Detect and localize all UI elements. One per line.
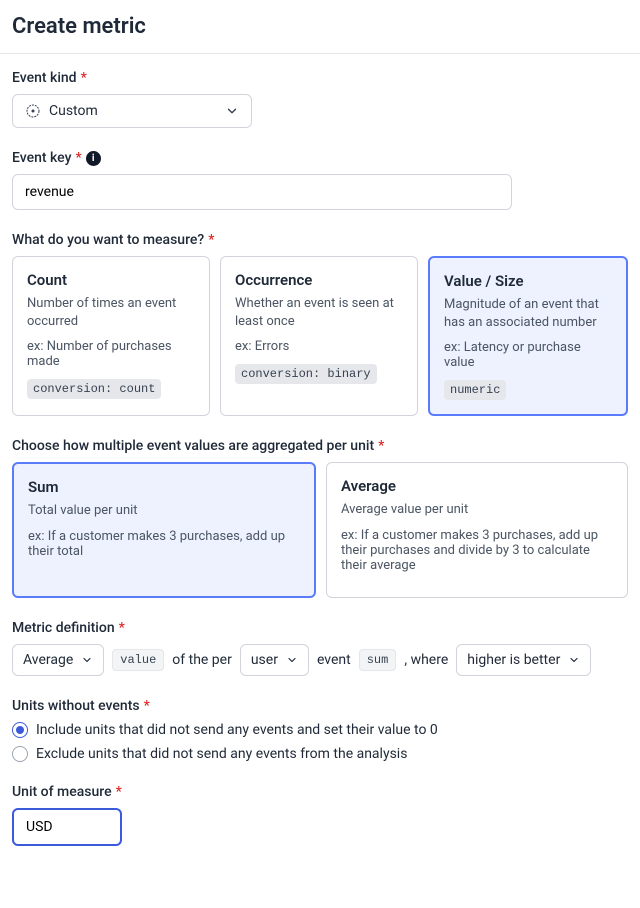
select-value: Average bbox=[23, 652, 73, 668]
card-title: Count bbox=[27, 271, 195, 289]
card-desc: Total value per unit bbox=[28, 502, 300, 520]
definition-text: event bbox=[317, 652, 351, 668]
card-tag: conversion: count bbox=[27, 379, 161, 399]
aggregate-cards: Sum Total value per unit ex: If a custom… bbox=[12, 462, 628, 597]
event-kind-value: Custom bbox=[49, 103, 98, 119]
card-example: ex: If a customer makes 3 purchases, add… bbox=[341, 528, 613, 573]
required-marker: * bbox=[208, 232, 214, 248]
card-desc: Magnitude of an event that has an associ… bbox=[444, 296, 612, 332]
label-unit-of-measure: Unit of measure * bbox=[12, 784, 628, 800]
required-marker: * bbox=[119, 620, 125, 636]
label-event-key: Event key * i bbox=[12, 150, 628, 166]
definition-unit-select[interactable]: user bbox=[240, 644, 309, 676]
label-text: Unit of measure bbox=[12, 784, 112, 800]
radio-label: Exclude units that did not send any even… bbox=[36, 746, 407, 762]
required-marker: * bbox=[116, 784, 122, 800]
measure-cards: Count Number of times an event occurred … bbox=[12, 256, 628, 416]
radio-icon bbox=[12, 746, 28, 762]
measure-card-count[interactable]: Count Number of times an event occurred … bbox=[12, 256, 210, 416]
field-definition: Metric definition * Average value of the… bbox=[12, 620, 628, 676]
radio-exclude-units[interactable]: Exclude units that did not send any even… bbox=[12, 746, 628, 762]
card-example: ex: Errors bbox=[235, 339, 403, 354]
field-measure: What do you want to measure? * Count Num… bbox=[12, 232, 628, 416]
definition-text: of the per bbox=[172, 652, 232, 668]
page-title: Create metric bbox=[0, 0, 640, 54]
form-body: Event kind * Custom Event key * i What d… bbox=[0, 54, 640, 908]
definition-direction-select[interactable]: higher is better bbox=[456, 644, 591, 676]
card-example: ex: If a customer makes 3 purchases, add… bbox=[28, 529, 300, 559]
label-text: Event key bbox=[12, 150, 71, 166]
label-text: Choose how multiple event values are agg… bbox=[12, 438, 374, 454]
field-event-key: Event key * i bbox=[12, 150, 628, 210]
aggregate-card-average[interactable]: Average Average value per unit ex: If a … bbox=[326, 462, 628, 597]
event-key-input[interactable] bbox=[12, 174, 512, 210]
measure-card-value[interactable]: Value / Size Magnitude of an event that … bbox=[428, 256, 628, 416]
field-units-without: Units without events * Include units tha… bbox=[12, 698, 628, 762]
label-text: Units without events bbox=[12, 698, 140, 714]
field-aggregate: Choose how multiple event values are agg… bbox=[12, 438, 628, 597]
label-measure: What do you want to measure? * bbox=[12, 232, 628, 248]
card-title: Average bbox=[341, 477, 613, 495]
required-marker: * bbox=[378, 438, 384, 454]
card-example: ex: Number of purchases made bbox=[27, 339, 195, 369]
card-desc: Number of times an event occurred bbox=[27, 295, 195, 331]
card-desc: Average value per unit bbox=[341, 501, 613, 519]
radio-icon bbox=[12, 722, 28, 738]
label-aggregate: Choose how multiple event values are agg… bbox=[12, 438, 628, 454]
info-icon[interactable]: i bbox=[86, 151, 101, 166]
label-event-kind: Event kind * bbox=[12, 70, 628, 86]
required-marker: * bbox=[75, 150, 81, 166]
card-example: ex: Latency or purchase value bbox=[444, 340, 612, 370]
card-title: Sum bbox=[28, 478, 300, 496]
card-desc: Whether an event is seen at least once bbox=[235, 295, 403, 331]
chevron-down-icon bbox=[225, 104, 239, 118]
label-definition: Metric definition * bbox=[12, 620, 628, 636]
definition-value-chip: value bbox=[112, 649, 164, 671]
field-unit-of-measure: Unit of measure * bbox=[12, 784, 628, 846]
card-title: Occurrence bbox=[235, 271, 403, 289]
definition-row: Average value of the per user event sum … bbox=[12, 644, 628, 676]
card-title: Value / Size bbox=[444, 272, 612, 290]
definition-text: , where bbox=[404, 652, 448, 668]
gauge-icon bbox=[25, 103, 41, 119]
chevron-down-icon bbox=[81, 654, 93, 666]
radio-label: Include units that did not send any even… bbox=[36, 722, 438, 738]
required-marker: * bbox=[81, 70, 87, 86]
required-marker: * bbox=[144, 698, 150, 714]
card-tag: numeric bbox=[444, 380, 506, 400]
radio-include-units[interactable]: Include units that did not send any even… bbox=[12, 722, 628, 738]
chevron-down-icon bbox=[286, 654, 298, 666]
chevron-down-icon bbox=[568, 654, 580, 666]
label-text: What do you want to measure? bbox=[12, 232, 204, 248]
unit-of-measure-input[interactable] bbox=[12, 808, 122, 846]
select-value: higher is better bbox=[467, 652, 560, 668]
event-kind-select[interactable]: Custom bbox=[12, 94, 252, 128]
definition-inner-chip: sum bbox=[359, 649, 397, 671]
label-text: Metric definition bbox=[12, 620, 115, 636]
select-value: user bbox=[251, 652, 278, 668]
field-event-kind: Event kind * Custom bbox=[12, 70, 628, 128]
definition-outer-select[interactable]: Average bbox=[12, 644, 104, 676]
label-text: Event kind bbox=[12, 70, 77, 86]
card-tag: conversion: binary bbox=[235, 364, 377, 384]
measure-card-occurrence[interactable]: Occurrence Whether an event is seen at l… bbox=[220, 256, 418, 416]
aggregate-card-sum[interactable]: Sum Total value per unit ex: If a custom… bbox=[12, 462, 316, 597]
label-units-without: Units without events * bbox=[12, 698, 628, 714]
